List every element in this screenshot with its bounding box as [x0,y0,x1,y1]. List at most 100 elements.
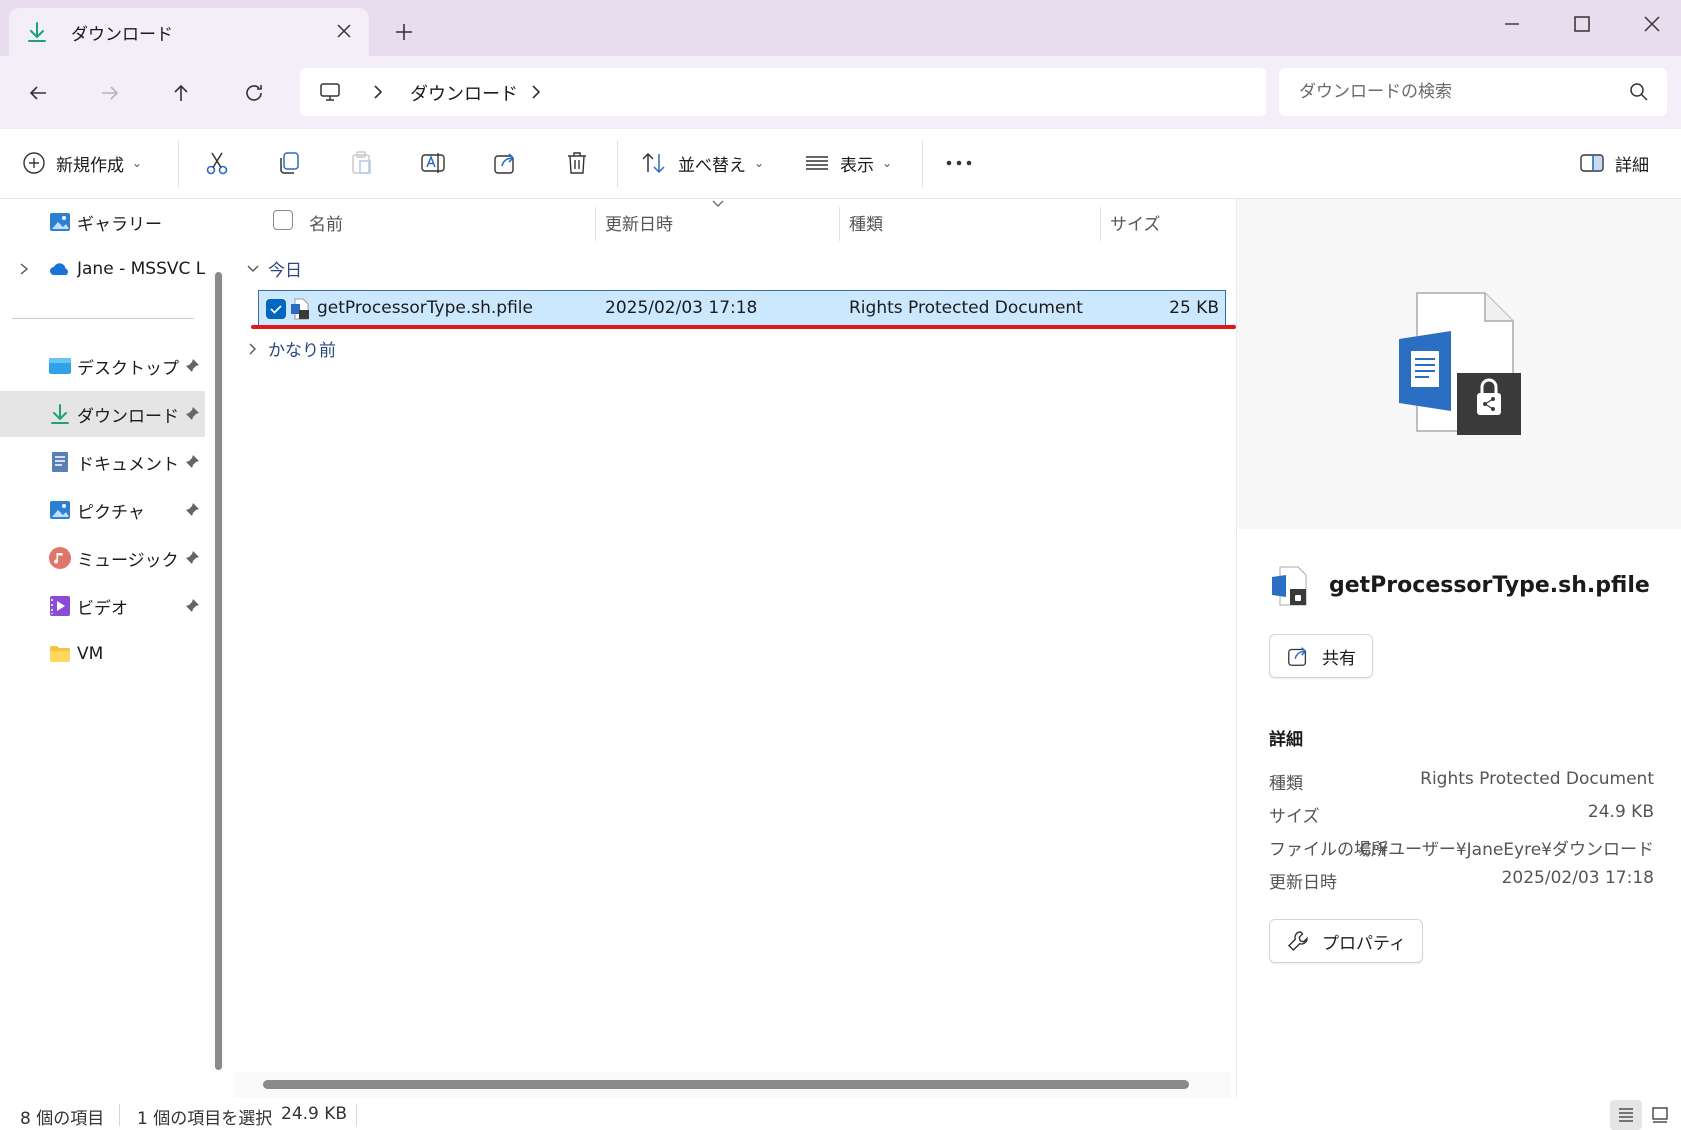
checkmark-icon [270,305,282,314]
column-divider[interactable] [1100,207,1101,241]
column-divider[interactable] [595,207,596,241]
sidebar-item-downloads[interactable]: ダウンロード [0,391,205,437]
tab-downloads[interactable]: ダウンロード [9,8,369,56]
copy-icon [280,152,299,174]
refresh-button[interactable] [234,73,274,113]
forward-button[interactable] [90,73,130,113]
property-location: ファイルの場所 C:¥ユーザー¥JaneEyre¥ダウンロード [1269,840,1654,860]
minimize-button[interactable] [1490,6,1534,42]
view-button[interactable]: 表示 ⌄ [804,143,892,183]
chevron-right-icon[interactable] [528,83,544,101]
protected-file-icon [1272,566,1307,606]
pin-icon[interactable] [184,550,200,566]
tiles-view-button[interactable] [1644,1100,1676,1130]
sidebar-item-vm[interactable]: VM [0,631,205,677]
select-all-checkbox[interactable] [273,210,293,230]
sidebar-item-videos[interactable]: ビデオ [0,583,205,629]
chevron-down-icon: ⌄ [754,156,765,170]
close-tab-icon[interactable] [333,20,355,42]
properties-button[interactable]: プロパティ [1269,919,1423,963]
close-window-button[interactable] [1630,6,1674,42]
chevron-right-icon[interactable] [370,83,386,101]
sidebar-item-pictures[interactable]: ピクチャ [0,487,205,533]
column-type[interactable]: 種類 [849,210,883,235]
title-bar: ダウンロード [0,0,1681,56]
row-checkbox[interactable] [266,299,286,319]
more-options-button[interactable] [944,143,974,183]
sort-icon [642,152,665,174]
command-bar: 新規作成 ⌄ 並べ替え ⌄ 表示 ⌄ 詳細 [0,129,1681,199]
file-preview [1237,199,1681,529]
cut-button[interactable] [204,143,230,183]
toolbar-divider [178,141,179,187]
copy-button[interactable] [276,143,302,183]
up-button[interactable] [161,73,201,113]
file-type: Rights Protected Document [849,298,1083,318]
selected-size: 24.9 KB [281,1104,348,1124]
plus-circle-icon [23,152,45,174]
share-button[interactable] [492,143,518,183]
table-row[interactable]: getProcessorType.sh.pfile 2025/02/03 17:… [258,290,1226,326]
sidebar-item-desktop[interactable]: デスクトップ [0,343,205,389]
download-icon [51,404,69,424]
file-modified: 2025/02/03 17:18 [605,298,758,318]
computer-icon [320,83,340,101]
scrollbar-thumb[interactable] [263,1080,1189,1089]
pictures-icon [50,501,70,519]
address-bar[interactable]: ダウンロード [300,68,1266,116]
search-icon[interactable] [1629,82,1649,102]
column-size[interactable]: サイズ [1110,210,1161,235]
search-box [1279,68,1667,116]
property-modified: 更新日時 2025/02/03 17:18 [1269,868,1654,893]
share-icon [494,153,515,174]
chevron-right-icon [249,343,256,354]
download-icon [28,22,46,42]
file-size: 25 KB [1169,298,1219,318]
video-icon [50,596,70,616]
file-list: 名前 更新日時 種類 サイズ 今日 かなり前 [234,199,1231,1072]
maximize-button[interactable] [1560,6,1604,42]
column-header: 名前 更新日時 種類 サイズ [234,199,1231,241]
column-divider[interactable] [839,207,840,241]
details-view-button[interactable] [1610,1100,1642,1130]
breadcrumb-downloads[interactable]: ダウンロード [410,80,518,106]
arrow-left-icon [29,86,46,100]
rename-icon [421,153,445,173]
new-tab-icon[interactable] [392,20,416,44]
chevron-right-icon[interactable] [17,261,31,277]
sort-button[interactable]: 並べ替え ⌄ [640,143,764,183]
group-header-long-ago[interactable]: かなり前 [246,336,336,361]
new-button[interactable]: 新規作成 ⌄ [22,143,142,183]
sidebar-item-onedrive[interactable]: Jane - MSSVC La [0,246,205,292]
horizontal-scrollbar[interactable] [234,1072,1231,1098]
sidebar-scrollbar[interactable] [212,272,224,1072]
pin-icon[interactable] [184,454,200,470]
sidebar-item-documents[interactable]: ドキュメント [0,439,205,485]
back-button[interactable] [18,73,58,113]
highlight-underline [251,325,1236,329]
details-pane-button[interactable]: 詳細 [1579,143,1649,183]
list-view-icon [806,156,828,170]
onedrive-cloud-icon [50,263,68,275]
details-pane: getProcessorType.sh.pfile 共有 詳細 種類 Right… [1236,199,1681,1098]
sidebar-item-gallery[interactable]: ギャラリー [0,199,205,245]
sidebar-item-music[interactable]: ミュージック [0,535,205,581]
address-row: ダウンロード [0,56,1681,129]
item-count: 8 個の項目 [20,1109,105,1129]
sidebar-divider [12,318,194,319]
pin-icon[interactable] [184,406,200,422]
scrollbar-thumb[interactable] [215,272,222,1070]
paste-button[interactable] [348,143,374,183]
rename-button[interactable] [420,143,446,183]
group-header-today[interactable]: 今日 [246,256,302,281]
details-share-button[interactable]: 共有 [1269,634,1373,678]
search-input[interactable] [1299,78,1619,106]
arrow-right-icon [102,86,119,100]
delete-button[interactable] [564,143,590,183]
pin-icon[interactable] [184,358,200,374]
pin-icon[interactable] [184,598,200,614]
column-name[interactable]: 名前 [309,210,343,235]
document-icon [52,452,68,472]
pin-icon[interactable] [184,502,200,518]
column-modified[interactable]: 更新日時 [605,210,673,235]
